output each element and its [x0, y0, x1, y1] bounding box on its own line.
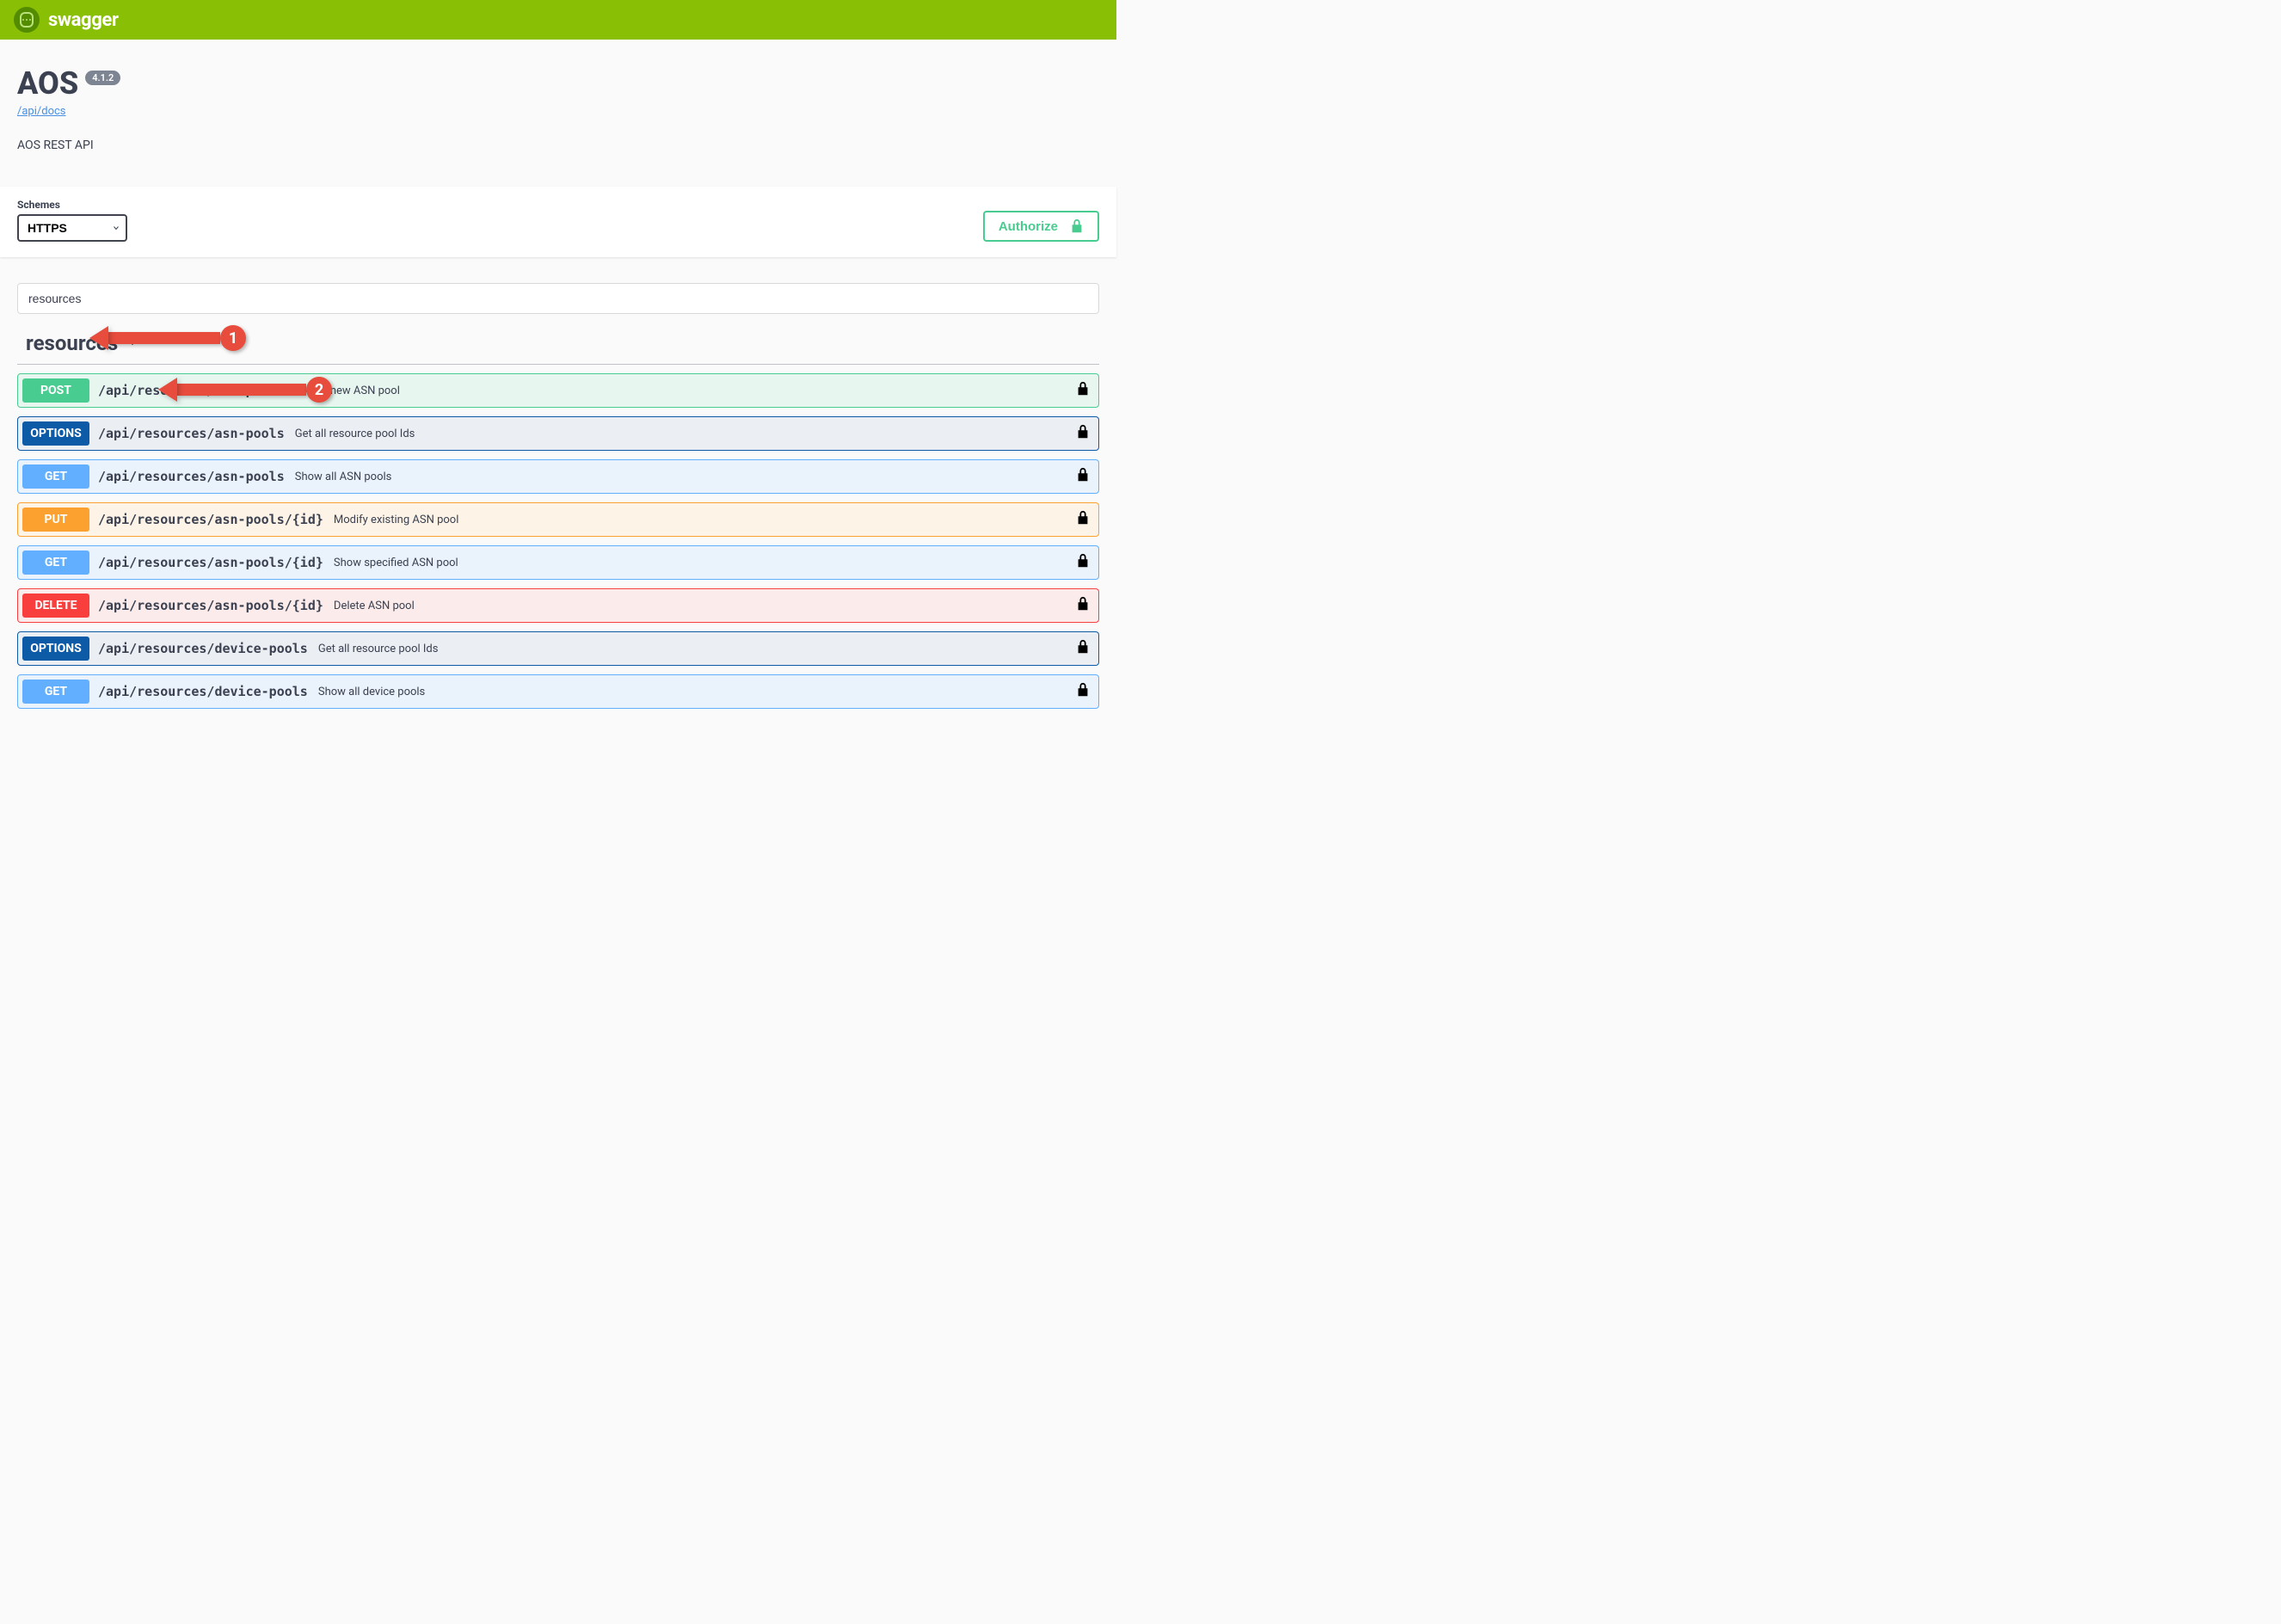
tag-name: resources: [26, 331, 118, 355]
operation-summary: Show all ASN pools: [295, 471, 392, 483]
schemes-label: Schemes: [17, 199, 127, 211]
operation-path: /api/resources/asn-pools/{id}: [98, 555, 323, 570]
operation-row[interactable]: PUT/api/resources/asn-pools/{id} Modify e…: [17, 502, 1099, 537]
base-url: /api/docs: [17, 102, 1099, 118]
operation-row[interactable]: GET/api/resources/asn-pools/{id} Show spe…: [17, 545, 1099, 580]
brand-text: swagger: [48, 9, 119, 31]
http-method-badge: OPTIONS: [22, 421, 89, 446]
base-url-link[interactable]: /api/docs: [17, 105, 66, 118]
lock-icon[interactable]: [1076, 381, 1090, 400]
http-method-badge: GET: [22, 551, 89, 575]
operation-path: /api/resources/device-pools: [98, 641, 308, 656]
filter-input[interactable]: [17, 283, 1099, 314]
chevron-down-icon: [125, 334, 140, 353]
http-method-badge: GET: [22, 464, 89, 489]
operation-summary: Delete ASN pool: [334, 600, 415, 612]
http-method-badge: PUT: [22, 508, 89, 532]
version-badge: 4.1.2: [85, 71, 120, 85]
lock-icon[interactable]: [1076, 596, 1090, 615]
operation-summary: Get all resource pool Ids: [318, 643, 439, 655]
http-method-badge: OPTIONS: [22, 637, 89, 661]
operation-path: /api/resources/asn-pools/{id}: [98, 512, 323, 527]
lock-icon[interactable]: [1076, 424, 1090, 443]
lock-icon: [1070, 218, 1084, 234]
http-method-badge: POST: [22, 378, 89, 403]
operation-row[interactable]: GET/api/resources/asn-pools Show all ASN …: [17, 459, 1099, 494]
authorize-label: Authorize: [999, 219, 1058, 234]
operation-path: /api/resources/asn-pools/{id}: [98, 598, 323, 613]
operation-row[interactable]: DELETE/api/resources/asn-pools/{id} Delet…: [17, 588, 1099, 623]
tag-header[interactable]: resources: [17, 321, 1099, 365]
api-info: AOS 4.1.2 /api/docs AOS REST API: [0, 40, 1116, 187]
api-description: AOS REST API: [17, 138, 1099, 152]
operation-row[interactable]: POST/api/resources/asn-pools Create new A…: [17, 373, 1099, 408]
scheme-block: Schemes HTTPS: [17, 199, 127, 242]
http-method-badge: GET: [22, 680, 89, 704]
operation-summary: Modify existing ASN pool: [334, 514, 458, 526]
operation-row[interactable]: OPTIONS/api/resources/device-pools Get al…: [17, 631, 1099, 666]
scheme-bar: Schemes HTTPS Authorize: [0, 187, 1116, 257]
swagger-icon: [14, 7, 40, 33]
operation-summary: Show specified ASN pool: [334, 557, 458, 569]
lock-icon[interactable]: [1076, 510, 1090, 529]
operation-path: /api/resources/asn-pools: [98, 383, 285, 398]
authorize-button[interactable]: Authorize: [983, 211, 1099, 242]
operation-summary: Get all resource pool Ids: [295, 428, 415, 440]
lock-icon[interactable]: [1076, 553, 1090, 572]
operation-path: /api/resources/asn-pools: [98, 469, 285, 484]
filter-bar: [0, 257, 1116, 321]
operation-row[interactable]: GET/api/resources/device-pools Show all d…: [17, 674, 1099, 709]
swagger-logo[interactable]: swagger: [14, 7, 119, 33]
topbar: swagger: [0, 0, 1116, 40]
api-title-row: AOS 4.1.2: [17, 65, 1099, 102]
operation-path: /api/resources/device-pools: [98, 684, 308, 699]
api-title: AOS: [17, 65, 78, 102]
operation-summary: Create new ASN pool: [295, 384, 400, 397]
lock-icon[interactable]: [1076, 682, 1090, 701]
tag-section: resources POST/api/resources/asn-pools Cr…: [0, 321, 1116, 735]
lock-icon[interactable]: [1076, 639, 1090, 658]
operation-summary: Show all device pools: [318, 686, 425, 698]
operation-path: /api/resources/asn-pools: [98, 426, 285, 441]
operation-row[interactable]: OPTIONS/api/resources/asn-pools Get all r…: [17, 416, 1099, 451]
lock-icon[interactable]: [1076, 467, 1090, 486]
http-method-badge: DELETE: [22, 594, 89, 618]
schemes-select[interactable]: HTTPS: [17, 214, 127, 242]
